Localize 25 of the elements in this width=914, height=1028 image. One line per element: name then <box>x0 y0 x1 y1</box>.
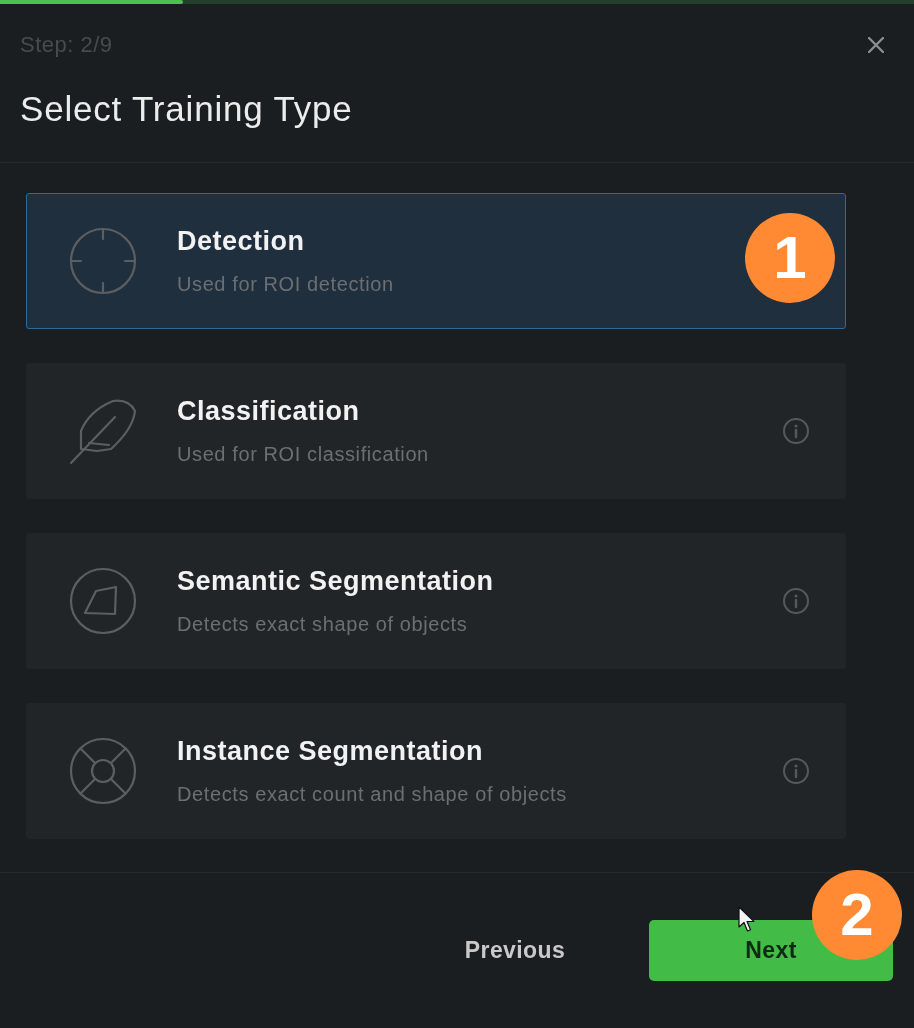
option-title: Classification <box>177 395 360 428</box>
option-title: Instance Segmentation <box>177 735 484 768</box>
training-type-option[interactable]: Detection Used for ROI detection 1 <box>26 193 846 329</box>
info-icon[interactable] <box>783 418 809 444</box>
polygon-in-circle-icon <box>69 567 137 635</box>
feather-icon <box>69 397 137 465</box>
mouse-pointer-icon <box>738 906 756 933</box>
close-icon[interactable] <box>868 37 884 53</box>
option-description: Detects exact count and shape of objects <box>177 782 567 807</box>
training-type-option[interactable]: Semantic Segmentation Detects exact shape of objects <box>26 533 846 669</box>
lifebuoy-icon <box>69 737 137 805</box>
option-description: Used for ROI classification <box>177 442 429 467</box>
option-title: Detection <box>177 225 305 258</box>
number-badge: 1 <box>745 213 835 303</box>
number-badge: 2 <box>812 870 902 960</box>
training-type-option[interactable]: Instance Segmentation Detects exact count and shape of objects <box>26 703 846 839</box>
info-icon[interactable] <box>783 588 809 614</box>
option-description: Used for ROI detection <box>177 272 394 297</box>
option-title: Semantic Segmentation <box>177 565 494 598</box>
info-icon[interactable] <box>783 758 809 784</box>
option-description: Detects exact shape of objects <box>177 612 468 637</box>
crosshair-icon <box>69 227 137 295</box>
training-type-option[interactable]: Classification Used for ROI classification <box>26 363 846 499</box>
dialog-title: Select Training Type <box>20 88 353 130</box>
previous-button[interactable]: Previous <box>393 920 637 981</box>
